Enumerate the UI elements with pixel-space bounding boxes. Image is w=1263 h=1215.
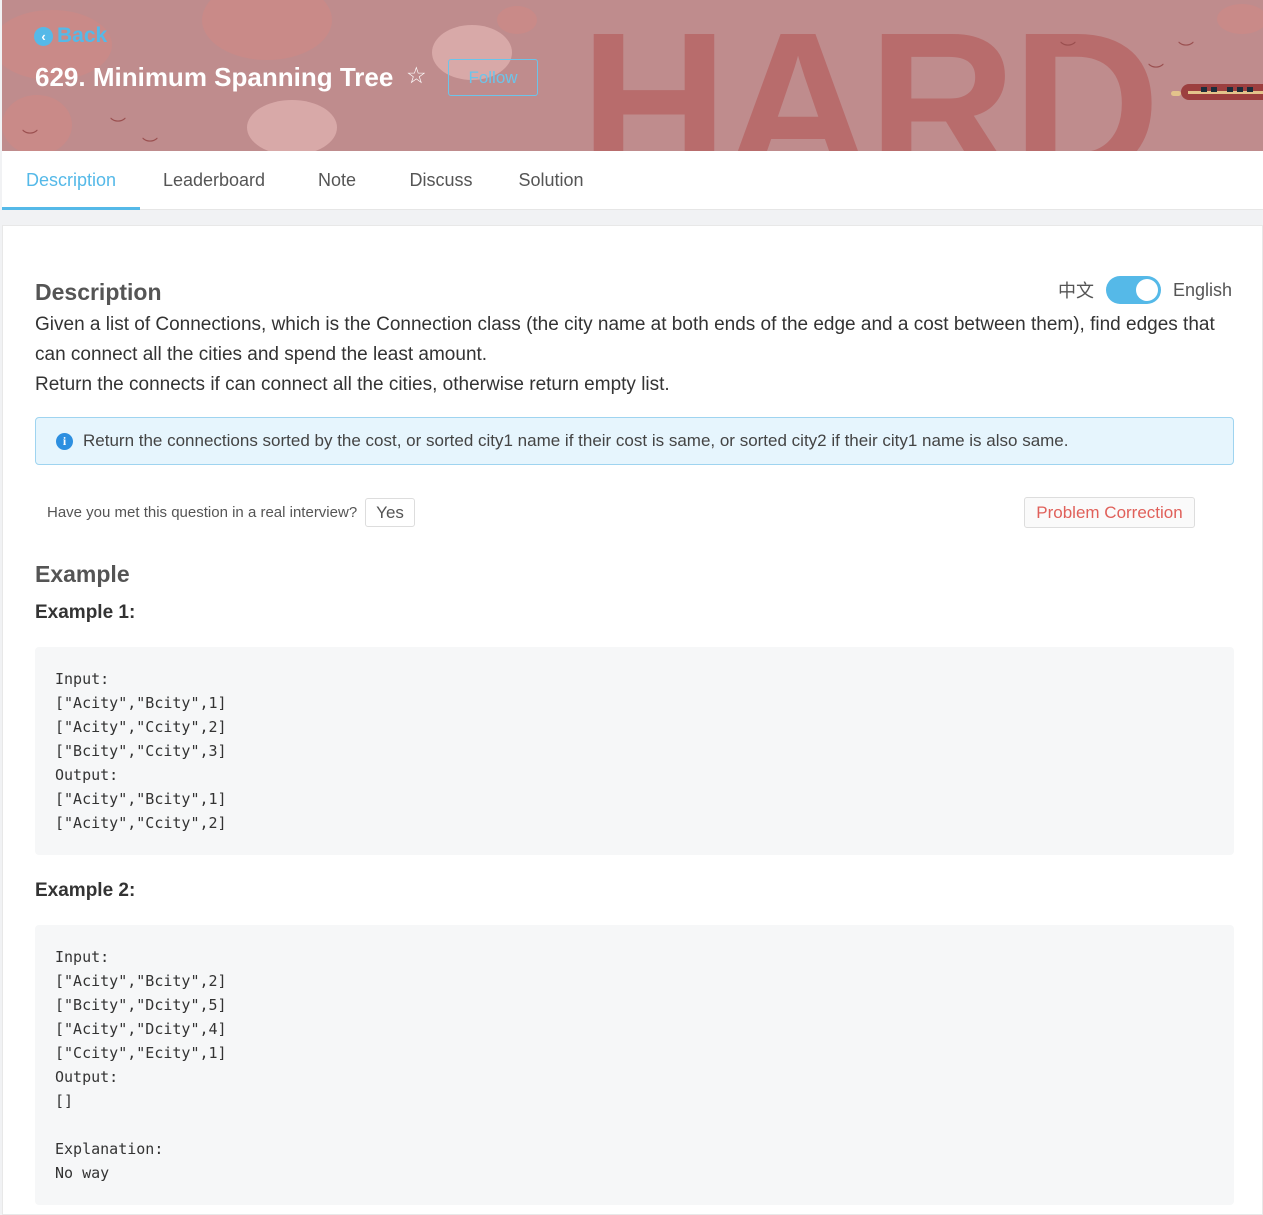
cloud-decoration xyxy=(497,6,537,34)
chevron-left-icon: ‹ xyxy=(34,26,53,46)
follow-button[interactable]: Follow xyxy=(448,59,538,96)
language-toggle[interactable] xyxy=(1105,276,1161,304)
bird-icon: ︶ xyxy=(110,116,127,135)
tab-discuss[interactable]: Discuss xyxy=(401,151,481,210)
cloud-decoration xyxy=(202,0,332,60)
problem-correction-button[interactable]: Problem Correction xyxy=(1024,497,1195,528)
example-1-code: Input: ["Acity","Bcity",1] ["Acity","Cci… xyxy=(35,647,1234,855)
bird-icon: ︶ xyxy=(1148,62,1165,81)
cloud-decoration xyxy=(247,100,337,151)
cloud-decoration xyxy=(1217,4,1263,34)
example-2-code: Input: ["Acity","Bcity",2] ["Bcity","Dci… xyxy=(35,925,1234,1205)
interview-prompt: Have you met this question in a real int… xyxy=(47,498,415,527)
page-title: 629. Minimum Spanning Tree xyxy=(35,62,394,92)
difficulty-watermark: HARD xyxy=(580,0,1160,151)
back-link[interactable]: ‹ Back xyxy=(34,24,107,48)
back-label: Back xyxy=(57,24,108,47)
info-note: i Return the connections sorted by the c… xyxy=(35,417,1234,465)
lang-chinese-label[interactable]: 中文 xyxy=(1058,277,1094,303)
bird-icon: ︶ xyxy=(1178,40,1195,59)
bird-icon: ︶ xyxy=(142,136,159,151)
info-text: Return the connections sorted by the cos… xyxy=(83,431,1069,450)
star-icon[interactable]: ☆ xyxy=(406,63,427,89)
tab-leaderboard[interactable]: Leaderboard xyxy=(154,151,274,210)
plane-icon xyxy=(1171,78,1263,108)
tab-note[interactable]: Note xyxy=(302,151,372,210)
bird-icon: ︶ xyxy=(1060,40,1077,59)
description-line: Return the connects if can connect all t… xyxy=(35,374,670,395)
problem-banner: HARD ︶ ︶ ︶ ︶ ︶ ︶ ‹ Back 629. Minimum Spa… xyxy=(2,0,1263,151)
interview-question: Have you met this question in a real int… xyxy=(47,504,358,521)
bird-icon: ︶ xyxy=(22,128,39,147)
tab-description[interactable]: Description xyxy=(2,151,140,210)
language-switch: 中文 English xyxy=(1058,276,1232,304)
description-line: Given a list of Connections, which is th… xyxy=(35,314,1215,365)
problem-tabs: Description Leaderboard Note Discuss Sol… xyxy=(2,151,1263,210)
example-2-title: Example 2: xyxy=(35,880,136,901)
info-icon: i xyxy=(56,432,73,450)
tab-solution[interactable]: Solution xyxy=(508,151,594,210)
lang-english-label[interactable]: English xyxy=(1173,280,1232,301)
description-heading: Description xyxy=(35,279,162,305)
problem-card: Description 中文 English Given a list of C… xyxy=(2,225,1263,1215)
yes-button[interactable]: Yes xyxy=(365,498,415,527)
description-text: Given a list of Connections, which is th… xyxy=(35,310,1235,400)
example-1-title: Example 1: xyxy=(35,602,136,623)
example-heading: Example xyxy=(35,561,130,587)
